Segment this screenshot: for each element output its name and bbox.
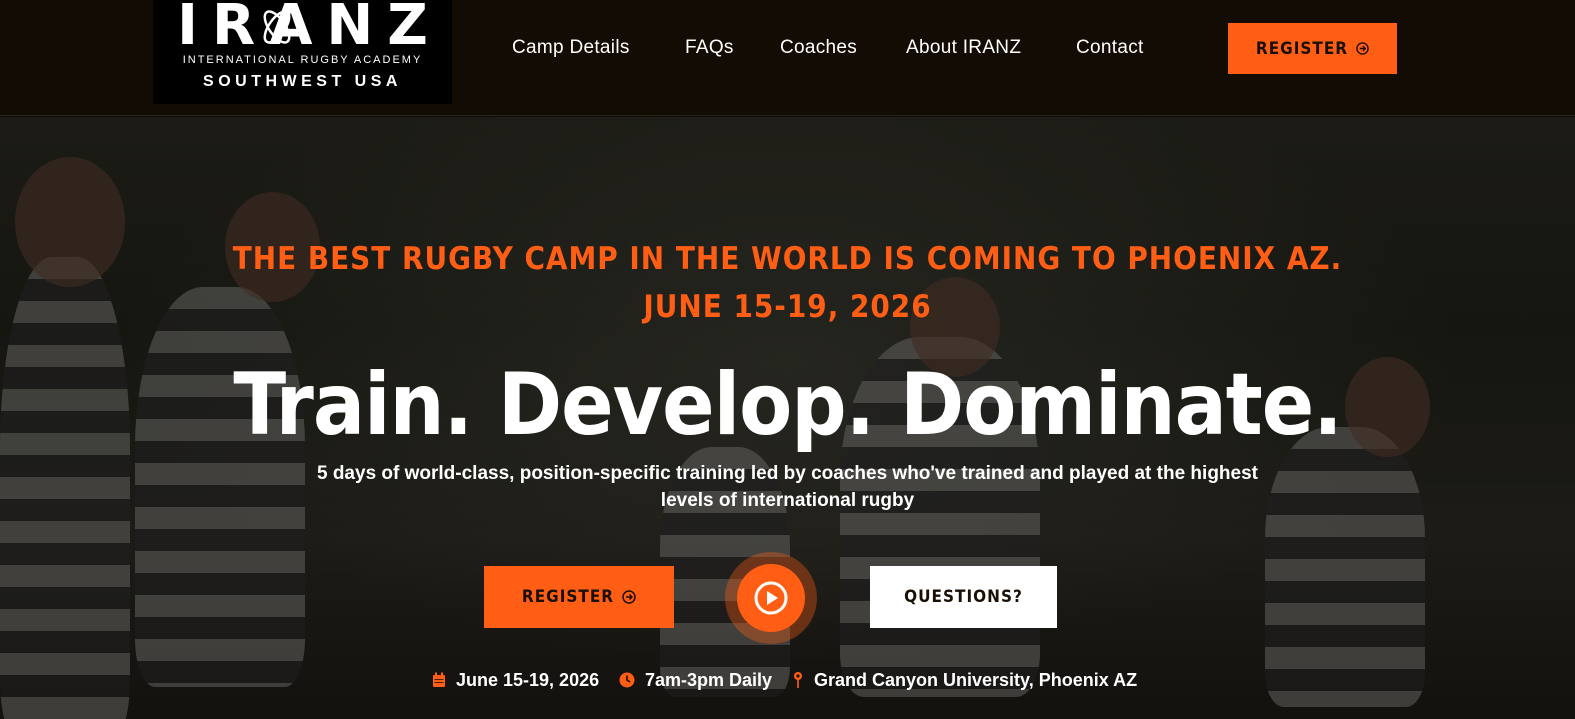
logo-wordmark: IRANZ — [177, 0, 442, 58]
nav-camp-details[interactable]: Camp Details — [512, 36, 630, 60]
hero-section: THE BEST RUGBY CAMP IN THE WORLD IS COMI… — [0, 117, 1575, 719]
play-icon — [754, 581, 788, 615]
hero-subtext: 5 days of world-class, position-specific… — [316, 463, 1258, 511]
camp-location: Grand Canyon University, Phoenix AZ — [792, 668, 1137, 692]
clock-icon — [619, 672, 635, 688]
camp-date-text: June 15-19, 2026 — [456, 669, 600, 690]
hero-headline: Train. Develop. Dominate. — [233, 355, 1342, 455]
map-pin-icon — [794, 672, 802, 688]
iranz-logo[interactable]: IRANZ INTERNATIONAL RUGBY ACADEMY SOUTHW… — [153, 0, 452, 104]
hero-register-label: REGISTER — [521, 587, 615, 607]
questions-label: QUESTIONS? — [904, 587, 1023, 607]
rugby-ball-logo-icon — [263, 10, 291, 44]
camp-location-text: Grand Canyon University, Phoenix AZ — [814, 669, 1138, 690]
video-play-button[interactable] — [725, 552, 817, 644]
logo-region: SOUTHWEST USA — [203, 73, 402, 90]
questions-button[interactable]: QUESTIONS? — [870, 566, 1057, 628]
hero-kicker-line1: THE BEST RUGBY CAMP IN THE WORLD IS COMI… — [232, 241, 1343, 277]
arrow-circle-icon — [622, 590, 636, 604]
arrow-circle-icon — [1356, 42, 1369, 55]
nav-coaches[interactable]: Coaches — [780, 36, 857, 60]
camp-hours-text: 7am-3pm Daily — [645, 669, 773, 690]
hero-kicker-date: JUNE 15-19, 2026 — [643, 289, 932, 325]
nav-about[interactable]: About IRANZ — [906, 36, 1021, 60]
camp-date: June 15-19, 2026 — [432, 668, 599, 692]
header-register-label: REGISTER — [1255, 38, 1349, 59]
nav-contact[interactable]: Contact — [1076, 36, 1144, 60]
nav-faqs[interactable]: FAQs — [685, 36, 734, 60]
hero-register-button[interactable]: REGISTER — [484, 566, 674, 628]
play-button-inner[interactable] — [737, 564, 805, 632]
camp-hours: 7am-3pm Daily — [619, 668, 772, 692]
calendar-icon — [433, 672, 445, 687]
logo-subtitle: INTERNATIONAL RUGBY ACADEMY — [182, 54, 423, 66]
site-header: IRANZ INTERNATIONAL RUGBY ACADEMY SOUTHW… — [0, 0, 1575, 116]
header-register-button[interactable]: REGISTER — [1228, 23, 1397, 74]
